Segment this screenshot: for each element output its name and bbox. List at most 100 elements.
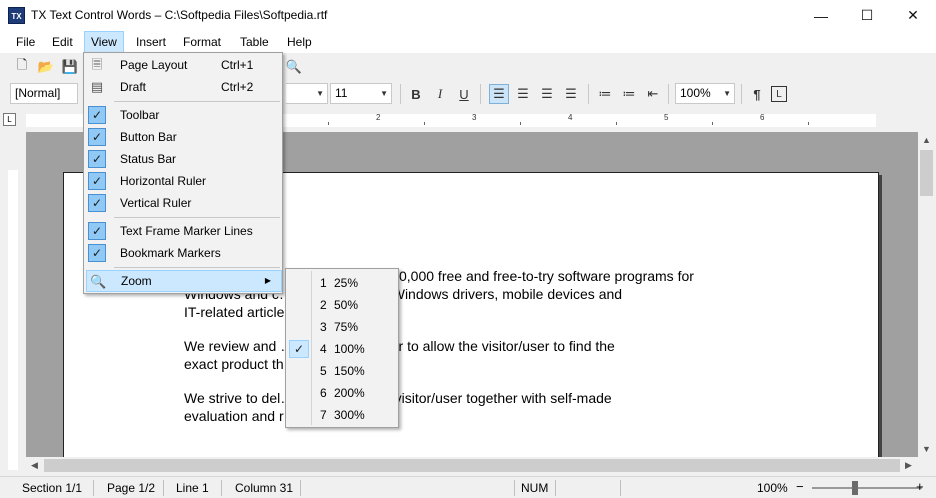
menu-item-label: Button Bar <box>120 130 177 144</box>
menu-item-vertical-ruler[interactable]: ✓ Vertical Ruler <box>86 192 282 214</box>
paragraph-line: 0,000 free and free-to-try software prog… <box>399 268 694 284</box>
vertical-scrollbar[interactable]: ▲ ▼ <box>918 132 935 457</box>
zoom-option-50[interactable]: 2 50% <box>288 294 396 316</box>
paragraph-line: exact product th… em needs. <box>184 356 367 372</box>
outdent-icon[interactable]: ⇤ <box>643 84 663 104</box>
menu-item-draft[interactable]: ▤ Draft Ctrl+2 <box>86 76 282 98</box>
menu-item-toolbar[interactable]: ✓ Toolbar <box>86 104 282 126</box>
scroll-thumb[interactable] <box>920 150 933 196</box>
toolbar-separator <box>668 84 669 104</box>
zoom-option-75[interactable]: 3 75% <box>288 316 396 338</box>
zoom-slider-thumb[interactable] <box>852 481 858 495</box>
font-size-combo[interactable]: 11 ▼ <box>330 83 392 104</box>
tab-type-selector[interactable]: L <box>3 113 16 126</box>
bullet-list-icon[interactable]: ≔ <box>595 84 615 104</box>
minimize-button[interactable]: — <box>798 0 844 31</box>
maximize-button[interactable]: ☐ <box>844 0 890 31</box>
submenu-arrow-icon: ▶ <box>264 276 271 285</box>
ruler-tick <box>712 122 713 125</box>
vertical-ruler[interactable] <box>4 132 20 470</box>
align-left-icon[interactable]: ☰ <box>489 84 509 104</box>
scroll-up-icon[interactable]: ▲ <box>922 135 931 145</box>
find-icon[interactable]: 🔍 <box>284 57 304 77</box>
ruler-number: 4 <box>568 113 573 122</box>
page-layout-icon: 🗏 <box>91 57 103 72</box>
checkmark-icon: ✓ <box>289 340 309 358</box>
status-separator <box>300 480 301 496</box>
zoom-option-number: 4 <box>320 342 327 356</box>
frame-marker-icon[interactable]: L <box>771 86 787 102</box>
status-separator <box>163 480 164 496</box>
chevron-down-icon: ▼ <box>380 89 388 98</box>
underline-button[interactable]: U <box>454 84 474 104</box>
menu-item-label: Text Frame Marker Lines <box>120 224 253 238</box>
font-name-combo[interactable]: ▼ <box>286 83 328 104</box>
zoom-option-200[interactable]: 6 200% <box>288 382 396 404</box>
chevron-down-icon: ▼ <box>316 89 324 98</box>
zoom-option-25[interactable]: 1 25% <box>288 272 396 294</box>
menu-item-horizontal-ruler[interactable]: ✓ Horizontal Ruler <box>86 170 282 192</box>
zoom-out-icon[interactable]: − <box>796 479 804 494</box>
menu-item-button-bar[interactable]: ✓ Button Bar <box>86 126 282 148</box>
menu-item-status-bar[interactable]: ✓ Status Bar <box>86 148 282 170</box>
magnifier-icon: 🔍 <box>90 274 107 289</box>
zoom-option-number: 2 <box>320 298 327 312</box>
menu-edit[interactable]: Edit <box>46 31 79 53</box>
menu-item-label: Toolbar <box>120 108 160 122</box>
menu-item-shortcut: Ctrl+2 <box>221 80 254 94</box>
ruler-tick <box>424 122 425 125</box>
menu-insert[interactable]: Insert <box>130 31 172 53</box>
new-document-icon[interactable]: 🗋 <box>12 57 32 77</box>
scroll-thumb[interactable] <box>44 459 900 472</box>
zoom-submenu: 1 25% 2 50% 3 75% ✓ 4 100% 5 150% 6 200%… <box>285 268 399 428</box>
zoom-option-300[interactable]: 7 300% <box>288 404 396 426</box>
font-size-value: 11 <box>335 86 348 100</box>
ruler-tick <box>616 122 617 125</box>
scroll-right-icon[interactable]: ▶ <box>905 460 912 471</box>
zoom-slider-track[interactable] <box>812 487 922 489</box>
zoom-option-label: 200% <box>334 386 365 400</box>
menu-item-zoom[interactable]: 🔍 Zoom ▶ <box>86 270 282 292</box>
menu-item-label: Status Bar <box>120 152 177 166</box>
menu-help[interactable]: Help <box>281 31 318 53</box>
horizontal-scrollbar[interactable]: ◀ ▶ <box>26 457 918 474</box>
scroll-left-icon[interactable]: ◀ <box>31 460 38 471</box>
menu-table[interactable]: Table <box>234 31 275 53</box>
italic-button[interactable]: I <box>430 84 450 104</box>
zoom-in-icon[interactable]: + <box>916 479 924 494</box>
checkmark-icon: ✓ <box>88 128 106 146</box>
menu-item-page-layout[interactable]: 🗏 Page Layout Ctrl+1 <box>86 54 282 76</box>
status-page: Page 1/2 <box>107 481 156 495</box>
toolbar-separator <box>741 84 742 104</box>
zoom-option-100[interactable]: ✓ 4 100% <box>288 338 396 360</box>
status-separator <box>620 480 621 496</box>
close-button[interactable]: ✕ <box>890 0 936 31</box>
menu-file[interactable]: File <box>10 31 41 53</box>
zoom-option-label: 25% <box>334 276 359 290</box>
scroll-down-icon[interactable]: ▼ <box>922 444 931 454</box>
pilcrow-button[interactable]: ¶ <box>747 84 767 104</box>
menu-item-bookmark-markers[interactable]: ✓ Bookmark Markers <box>86 242 282 264</box>
zoom-option-label: 75% <box>334 320 359 334</box>
zoom-option-label: 300% <box>334 408 365 422</box>
paragraph-line: evaluation and r <box>184 408 284 424</box>
menu-view[interactable]: View <box>84 31 124 53</box>
align-center-icon[interactable]: ☰ <box>513 84 533 104</box>
checkmark-icon: ✓ <box>88 222 106 240</box>
checkmark-icon: ✓ <box>88 172 106 190</box>
zoom-option-label: 150% <box>334 364 365 378</box>
save-icon[interactable]: 💾 <box>60 57 80 77</box>
bold-button[interactable]: B <box>406 84 426 104</box>
zoom-combo[interactable]: 100% ▼ <box>675 83 735 104</box>
justify-icon[interactable]: ☰ <box>561 84 581 104</box>
ruler-tick <box>328 122 329 125</box>
zoom-option-150[interactable]: 5 150% <box>288 360 396 382</box>
status-separator <box>221 480 222 496</box>
menu-format[interactable]: Format <box>177 31 227 53</box>
open-folder-icon[interactable]: 📂 <box>36 57 56 77</box>
menu-item-text-frame-marker-lines[interactable]: ✓ Text Frame Marker Lines <box>86 220 282 242</box>
align-right-icon[interactable]: ☰ <box>537 84 557 104</box>
status-line: Line 1 <box>176 481 209 495</box>
style-combo[interactable]: [Normal] <box>10 83 78 104</box>
numbered-list-icon[interactable]: ≔ <box>619 84 639 104</box>
